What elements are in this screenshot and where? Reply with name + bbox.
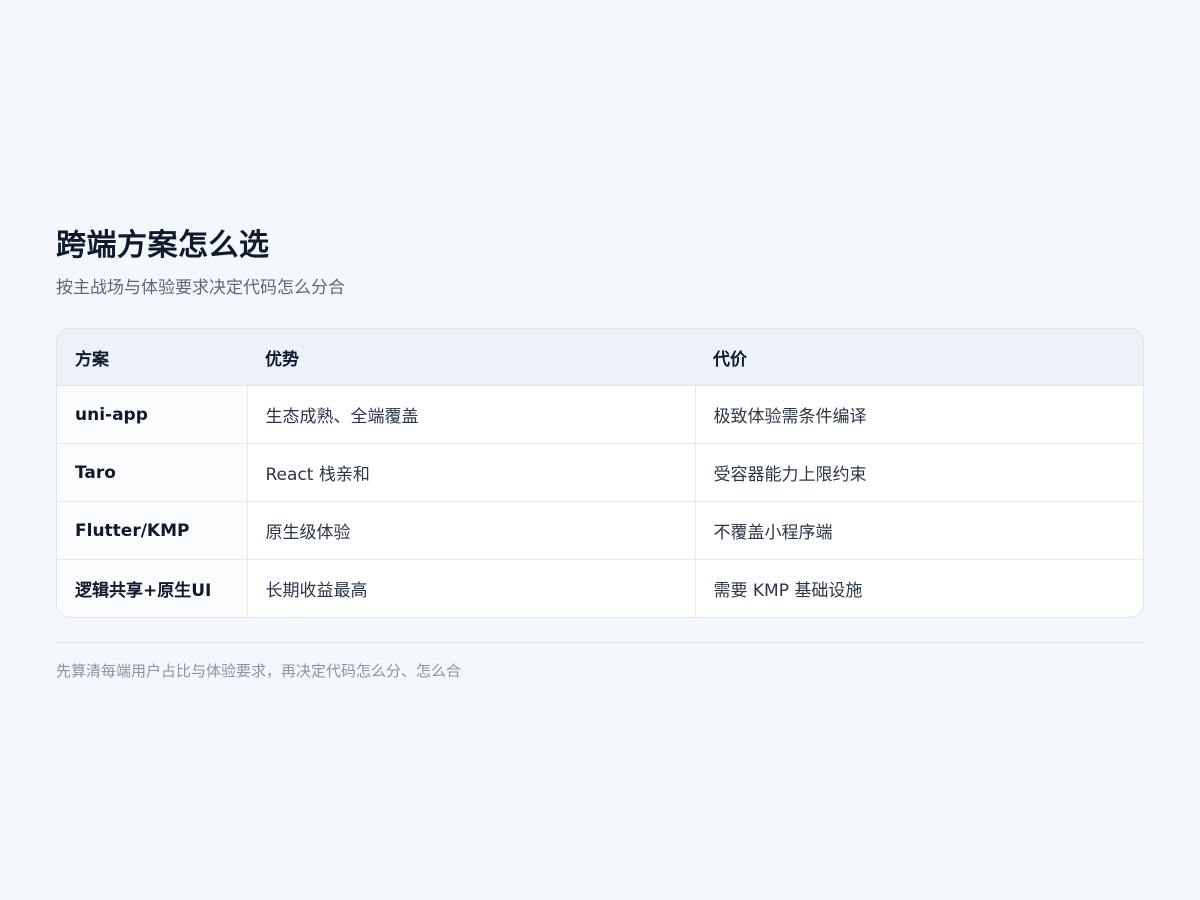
row-advantage: 生态成熟、全端覆盖 [247, 385, 696, 444]
table-row: Flutter/KMP 原生级体验 不覆盖小程序端 [57, 501, 1143, 560]
column-header-solution: 方案 [57, 329, 247, 386]
row-advantage: 长期收益最高 [247, 559, 696, 617]
table-header: 方案 优势 代价 [57, 329, 1143, 386]
page: 跨端方案怎么选 按主战场与体验要求决定代码怎么分合 方案 优势 代价 uni-a… [0, 0, 1200, 900]
page-subtitle: 按主战场与体验要求决定代码怎么分合 [56, 278, 345, 298]
row-solution-name: uni-app [57, 385, 248, 444]
row-advantage: 原生级体验 [247, 501, 696, 560]
page-title: 跨端方案怎么选 [56, 228, 270, 263]
column-header-cost: 代价 [695, 329, 1143, 386]
table-row: Taro React 栈亲和 受容器能力上限约束 [57, 443, 1143, 502]
comparison-table: 方案 优势 代价 uni-app 生态成熟、全端覆盖 极致体验需条件编译 Tar… [57, 329, 1143, 617]
table-body: uni-app 生态成熟、全端覆盖 极致体验需条件编译 Taro React 栈… [57, 385, 1143, 617]
row-cost: 需要 KMP 基础设施 [713, 581, 863, 601]
row-solution-name: Flutter/KMP [57, 501, 248, 560]
column-header-advantage: 优势 [247, 329, 695, 386]
row-cost: 极致体验需条件编译 [695, 385, 1143, 444]
table-row: uni-app 生态成熟、全端覆盖 极致体验需条件编译 [57, 385, 1143, 444]
content: 跨端方案怎么选 按主战场与体验要求决定代码怎么分合 方案 优势 代价 uni-a… [56, 226, 1144, 682]
row-cost: 不覆盖小程序端 [695, 501, 1143, 560]
table-header-row: 方案 优势 代价 [57, 329, 1143, 386]
row-cost: 受容器能力上限约束 [695, 443, 1143, 502]
table-row: 逻辑共享+原生UI 长期收益最高 需要 KMP 基础设施 [57, 559, 1143, 617]
footnote: 先算清每端用户占比与体验要求，再决定代码怎么分、怎么合 [56, 662, 462, 680]
row-solution-name: Taro [57, 443, 248, 502]
divider [56, 642, 1144, 643]
row-advantage: React 栈亲和 [247, 443, 696, 502]
row-solution-name: 逻辑共享+原生UI [57, 559, 248, 617]
comparison-table-card: 方案 优势 代价 uni-app 生态成熟、全端覆盖 极致体验需条件编译 Tar… [56, 328, 1144, 618]
